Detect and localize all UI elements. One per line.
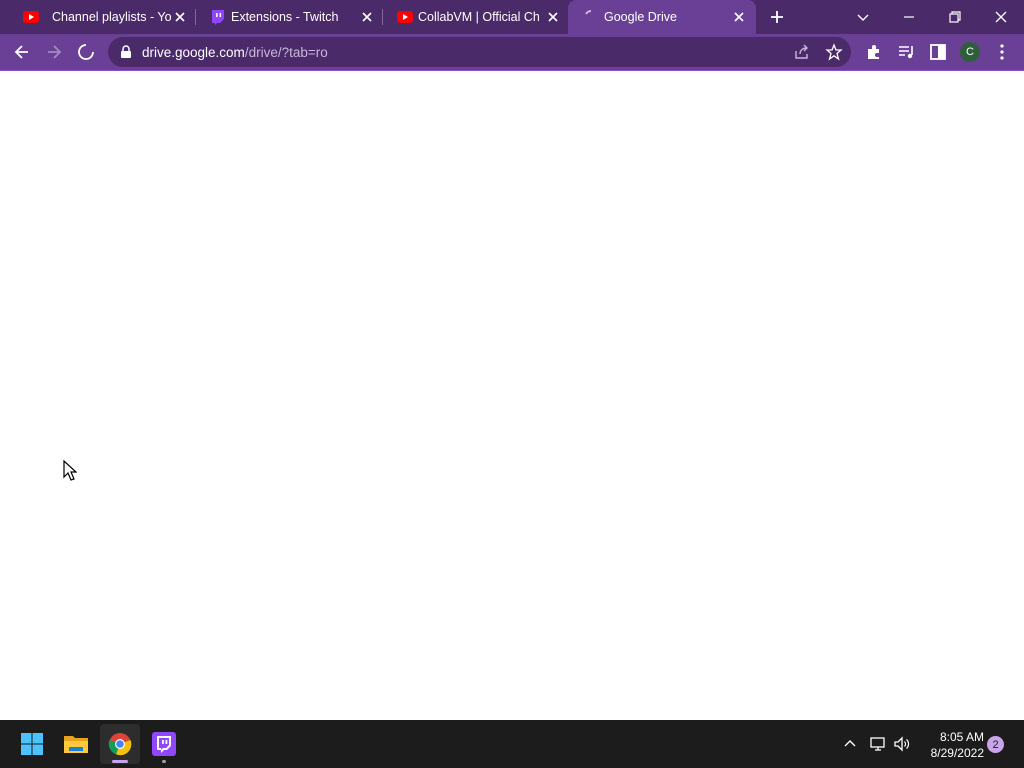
stop-loading-icon[interactable] (76, 42, 96, 62)
profile-avatar[interactable]: C (960, 42, 980, 62)
volume-icon[interactable] (893, 735, 911, 753)
tab-channel-playlists[interactable]: Channel playlists - YouTube (8, 0, 194, 34)
taskbar-chrome[interactable] (100, 724, 140, 764)
youtube-icon (23, 11, 39, 23)
close-tab-icon[interactable] (732, 10, 746, 24)
running-indicator (162, 760, 166, 763)
taskbar-file-explorer[interactable] (56, 724, 96, 764)
url-host: drive.google.com (142, 45, 245, 60)
mouse-cursor-icon (63, 460, 77, 481)
menu-icon[interactable] (992, 42, 1012, 62)
lock-icon[interactable] (120, 45, 132, 59)
clock-date: 8/29/2022 (930, 746, 984, 760)
close-tab-icon[interactable] (546, 10, 560, 24)
address-bar[interactable]: drive.google.com/drive/?tab=ro (108, 37, 851, 67)
tab-title: CollabVM | Official Channel (418, 10, 540, 24)
media-controls-icon[interactable] (896, 42, 916, 62)
minimize-icon[interactable] (898, 6, 920, 28)
notification-badge[interactable]: 2 (987, 736, 1004, 753)
tab-title: Extensions - Twitch (231, 10, 339, 24)
taskbar-twitch[interactable] (144, 724, 184, 764)
active-indicator (112, 760, 128, 763)
twitch-icon (212, 10, 224, 25)
url-text: drive.google.com/drive/?tab=ro (142, 45, 328, 60)
tab-title: Channel playlists - YouTube (52, 10, 172, 24)
show-hidden-icons-chevron-icon[interactable] (841, 735, 859, 753)
bookmark-star-icon[interactable] (825, 43, 843, 61)
tab-search-chevron-icon[interactable] (852, 6, 874, 28)
side-panel-icon[interactable] (928, 42, 948, 62)
back-icon[interactable] (12, 42, 32, 62)
tab-title: Google Drive (604, 10, 677, 24)
tab-strip: Channel playlists - YouTube Extensions -… (0, 0, 1024, 34)
tab-google-drive[interactable]: Google Drive (568, 0, 756, 34)
tab-extensions-twitch[interactable]: Extensions - Twitch (195, 0, 381, 34)
chrome-icon (108, 733, 132, 756)
twitch-icon (152, 732, 176, 756)
close-tab-icon[interactable] (173, 10, 187, 24)
browser-toolbar: drive.google.com/drive/?tab=ro (0, 34, 1024, 70)
youtube-icon (397, 11, 413, 23)
close-tab-icon[interactable] (360, 10, 374, 24)
close-window-icon[interactable] (990, 6, 1012, 28)
file-explorer-icon (64, 736, 88, 753)
clock-time: 8:05 AM (939, 730, 984, 744)
forward-icon[interactable] (44, 42, 64, 62)
new-tab-icon[interactable] (768, 8, 786, 26)
tab-collabvm[interactable]: CollabVM | Official Channel (382, 0, 568, 34)
windows-start-icon (21, 733, 43, 755)
network-icon[interactable] (869, 735, 887, 753)
url-path: /drive/?tab=ro (244, 45, 328, 60)
restore-icon[interactable] (944, 6, 966, 28)
start-button[interactable] (12, 724, 52, 764)
loading-spinner-icon (585, 10, 592, 15)
share-icon[interactable] (793, 43, 811, 61)
extensions-icon[interactable] (864, 42, 884, 62)
page-content (0, 70, 1024, 720)
taskbar-clock[interactable]: 8:05 AM 8/29/2022 (918, 729, 984, 761)
